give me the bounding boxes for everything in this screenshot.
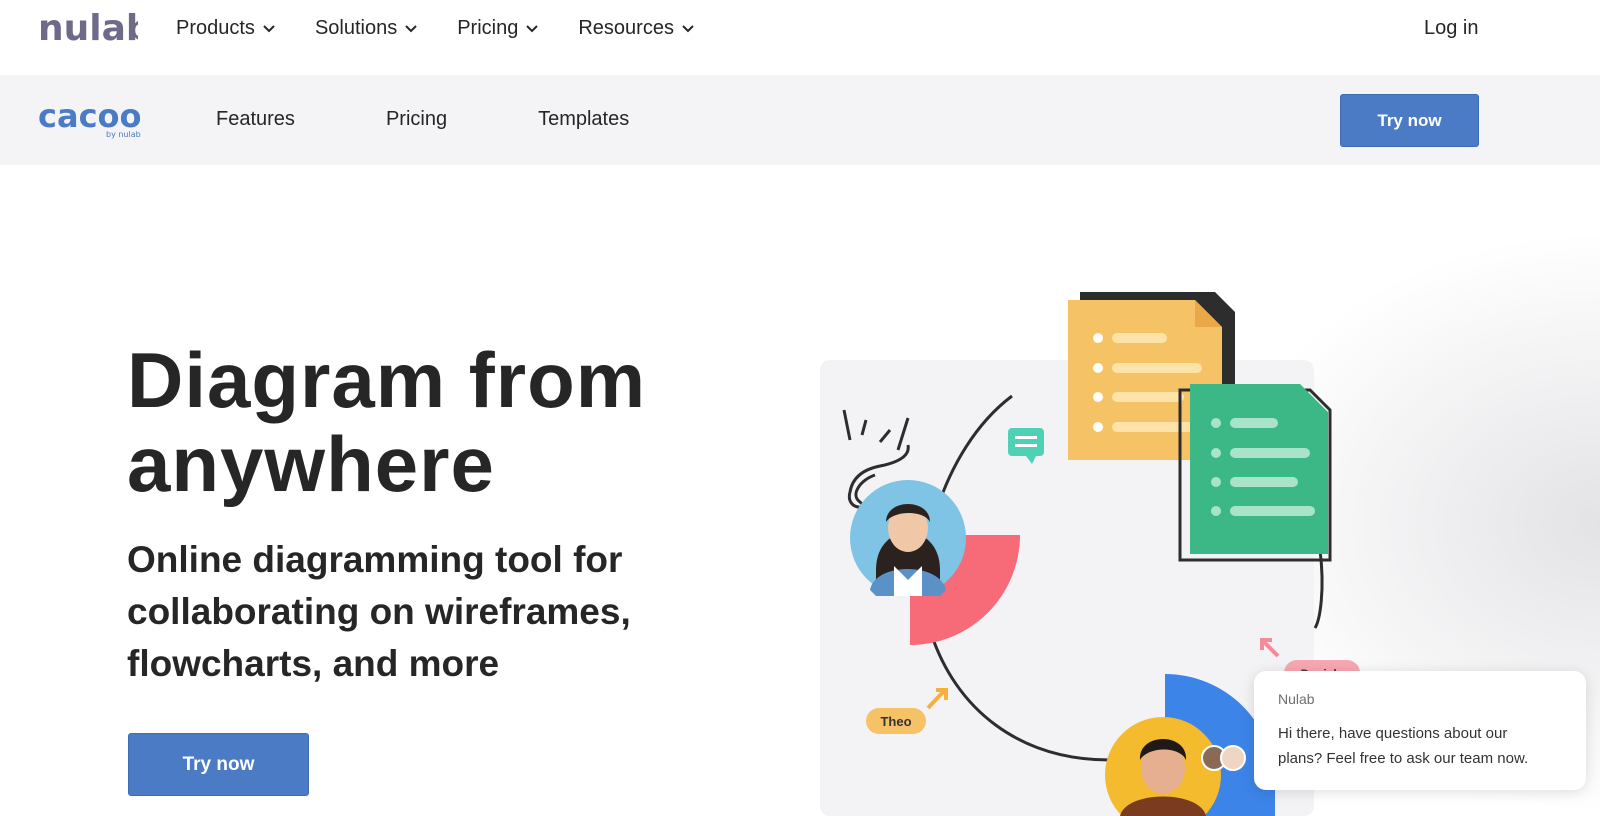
svg-text:Theo: Theo <box>880 714 911 729</box>
chevron-down-icon <box>405 24 417 32</box>
subnav-templates[interactable]: Templates <box>538 108 629 131</box>
nav-products-label: Products <box>176 17 255 39</box>
hero-subtitle-line: collaborating on wireframes, <box>127 591 631 632</box>
svg-text:nulab: nulab <box>38 10 138 46</box>
hero-subtitle-line: Online diagramming tool for <box>127 539 623 580</box>
global-nav: Products Solutions Pricing Resources <box>176 17 734 40</box>
subnav-features[interactable]: Features <box>216 108 295 131</box>
nav-solutions[interactable]: Solutions <box>315 17 417 40</box>
login-link[interactable]: Log in <box>1424 17 1479 40</box>
nav-pricing[interactable]: Pricing <box>457 17 539 40</box>
chevron-down-icon <box>682 24 694 32</box>
chat-message-line: plans? Feel free to ask our team now. <box>1278 750 1529 767</box>
nav-solutions-label: Solutions <box>314 17 398 39</box>
hero-subtitle: Online diagramming tool for collaboratin… <box>127 534 707 690</box>
chat-sender: Nulab <box>1278 691 1315 707</box>
hero-title: Diagram from anywhere <box>127 338 727 506</box>
subnav-pricing[interactable]: Pricing <box>386 108 447 131</box>
chat-message: Hi there, have questions about our plans… <box>1278 721 1562 771</box>
try-now-header-button[interactable]: Try now <box>1340 94 1479 147</box>
nulab-logo[interactable]: nulab <box>38 8 152 51</box>
product-nav: Features Pricing Templates <box>216 108 720 131</box>
avatar-woman <box>850 480 966 596</box>
svg-text:by nulab: by nulab <box>106 130 141 139</box>
chat-popup[interactable]: Nulab Hi there, have questions about our… <box>1254 671 1586 790</box>
cursor-label-theo: Theo <box>866 708 926 734</box>
collaborator-avatars <box>1201 745 1246 771</box>
try-now-hero-button[interactable]: Try now <box>128 733 309 796</box>
nav-products[interactable]: Products <box>176 17 275 40</box>
chat-message-line: Hi there, have questions about our <box>1278 725 1508 742</box>
nav-resources-label: Resources <box>578 17 674 39</box>
cacoo-logo[interactable]: cacoo by nulab <box>38 97 148 144</box>
chevron-down-icon <box>263 24 275 32</box>
document-green-icon <box>1178 384 1332 562</box>
nav-pricing-label: Pricing <box>457 17 519 39</box>
hero-title-line: anywhere <box>127 420 495 508</box>
connector-line <box>1313 549 1324 629</box>
global-header: nulab Products Solutions Pricing Resourc… <box>0 0 1600 75</box>
hero-title-line: Diagram from <box>127 336 647 424</box>
chevron-down-icon <box>526 24 539 32</box>
nav-resources[interactable]: Resources <box>578 17 694 40</box>
hero-subtitle-line: flowcharts, and more <box>127 643 500 684</box>
